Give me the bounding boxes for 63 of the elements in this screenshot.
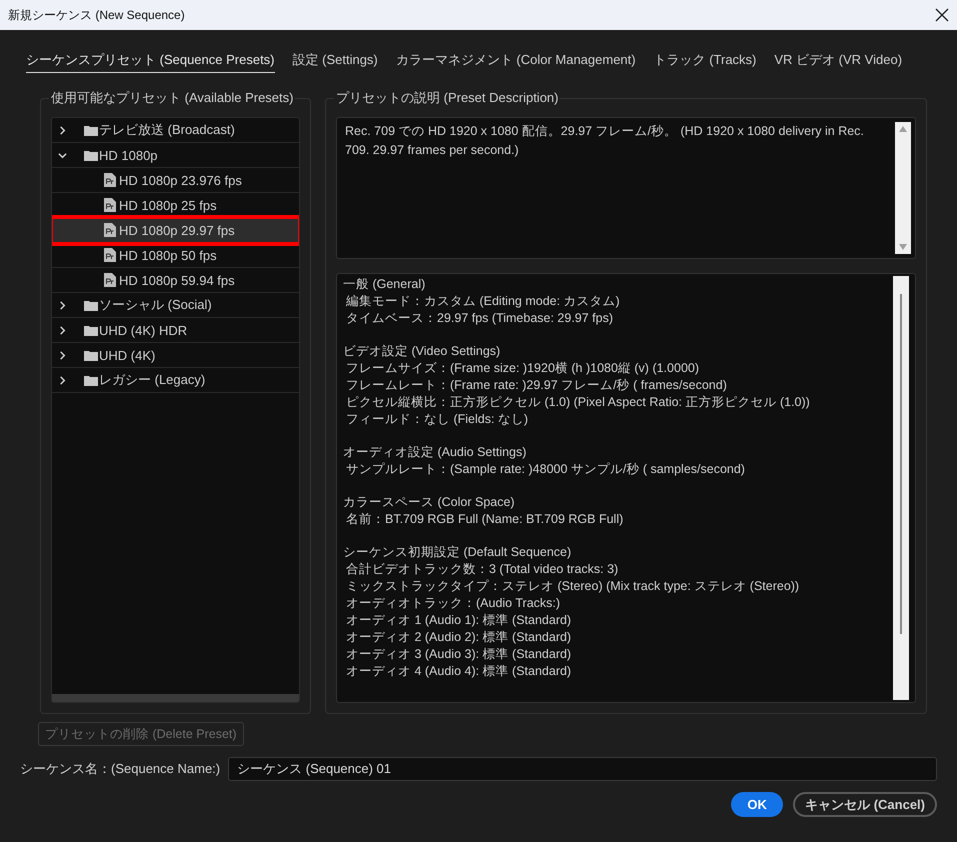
detail-line: ピクセル縦横比：正方形ピクセル (1.0) (Pixel Aspect Ratio: 正方形ピクセル (1.0)): [345, 394, 811, 411]
detail-line: オーディオ 2 (Audio 2): 標準 (Standard): [345, 629, 572, 646]
folder-row[interactable]: UHD (4K) HDR: [52, 318, 299, 343]
window-title: 新規シーケンス (New Sequence): [8, 6, 185, 24]
folder-row[interactable]: テレビ放送 (Broadcast): [52, 118, 299, 143]
preset-row[interactable]: HD 1080p 23.976 fps: [52, 168, 299, 193]
chevron-down-icon[interactable]: [58, 150, 67, 160]
close-icon[interactable]: [935, 8, 949, 22]
chevron-right-icon[interactable]: [58, 376, 67, 384]
tab[interactable]: 設定 (Settings): [292, 47, 378, 73]
preset-file-icon: [104, 273, 116, 287]
vertical-scrollbar[interactable]: [893, 276, 909, 700]
section-heading: 一般 (General): [343, 276, 426, 293]
detail-line: 名前：BT.709 RGB Full (Name: BT.709 RGB Full): [345, 511, 624, 528]
detail-line: フレームレート：(Frame rate: )29.97 フレーム/秒 ( frames/second): [345, 377, 728, 394]
detail-line: フィールド：なし (Fields: なし): [345, 411, 530, 428]
detail-line: オーディオ 1 (Audio 1): 標準 (Standard): [345, 612, 572, 629]
detail-line: オーディオ 3 (Audio 3): 標準 (Standard): [345, 646, 572, 663]
section-heading: ビデオ設定 (Video Settings): [343, 343, 502, 360]
tab[interactable]: カラーマネジメント (Color Management): [396, 47, 636, 73]
folder-icon: [84, 350, 98, 360]
preset-file-icon: [104, 248, 116, 262]
sequence-name-field[interactable]: シーケンス (Sequence) 01: [228, 757, 937, 781]
preset-row[interactable]: HD 1080p 50 fps: [52, 243, 299, 268]
preset-file-icon: [104, 223, 116, 237]
chevron-right-icon[interactable]: [58, 350, 67, 360]
section-heading: オーディオ設定 (Audio Settings): [343, 444, 528, 461]
preset-row[interactable]: HD 1080p 29.97 fps: [52, 218, 299, 243]
detail-line: タイムベース：29.97 fps (Timebase: 29.97 fps): [345, 310, 614, 327]
tab[interactable]: VR ビデオ (VR Video): [774, 47, 902, 73]
preset-file-icon: [104, 198, 116, 212]
detail-line: 編集モード：カスタム (Editing mode: カスタム): [345, 293, 621, 310]
panel-title: プリセットの説明 (Preset Description): [335, 89, 560, 107]
detail-line: ミックストラックタイプ：ステレオ (Stereo) (Mix track type: ステレオ (Stereo)): [345, 578, 800, 595]
folder-icon: [84, 124, 98, 136]
ok-button[interactable]: OK: [731, 792, 784, 817]
detail-line: サンプルレート：(Sample rate: )48000 サンプル/秒 ( samples/second): [345, 461, 746, 478]
folder-row[interactable]: ソーシャル (Social): [52, 293, 299, 318]
horizontal-scrollbar[interactable]: [52, 694, 299, 702]
chevron-right-icon[interactable]: [58, 326, 67, 334]
panel-title: 使用可能なプリセット (Available Presets): [50, 89, 294, 107]
detail-line: オーディオ 4 (Audio 4): 標準 (Standard): [345, 663, 572, 680]
folder-icon: [84, 150, 98, 160]
detail-line: オーディオトラック：(Audio Tracks:): [345, 595, 562, 612]
folder-row[interactable]: HD 1080p: [52, 143, 299, 168]
detail-line: フレームサイズ：(Frame size: )1920横 (h )1080縦 (v) (1.0000): [345, 360, 700, 377]
sequence-name-label: シーケンス名：(Sequence Name:): [20, 760, 220, 778]
section-heading: カラースペース (Color Space): [343, 494, 516, 511]
folder-row[interactable]: UHD (4K): [52, 343, 299, 368]
folder-icon: [84, 374, 98, 386]
folder-icon: [84, 300, 98, 310]
preset-file-icon: [104, 173, 116, 187]
folder-row[interactable]: レガシー (Legacy): [52, 368, 299, 393]
chevron-right-icon[interactable]: [58, 126, 67, 134]
description-text: Rec. 709 での HD 1920 x 1080 配信。29.97 フレーム/秒。 (HD 1920 x 1080 delivery in Rec. 709. 29.97 frames per second.): [344, 123, 865, 159]
tab[interactable]: シーケンスプリセット (Sequence Presets): [26, 47, 275, 73]
cancel-button[interactable]: キャンセル (Cancel): [793, 792, 937, 817]
section-heading: シーケンス初期設定 (Default Sequence): [343, 544, 572, 561]
folder-icon: [84, 324, 98, 336]
tab[interactable]: トラック (Tracks): [654, 47, 756, 73]
detail-line: 合計ビデオトラック数：3 (Total video tracks: 3): [345, 561, 620, 578]
preset-row[interactable]: HD 1080p 59.94 fps: [52, 268, 299, 293]
chevron-right-icon[interactable]: [58, 300, 67, 310]
